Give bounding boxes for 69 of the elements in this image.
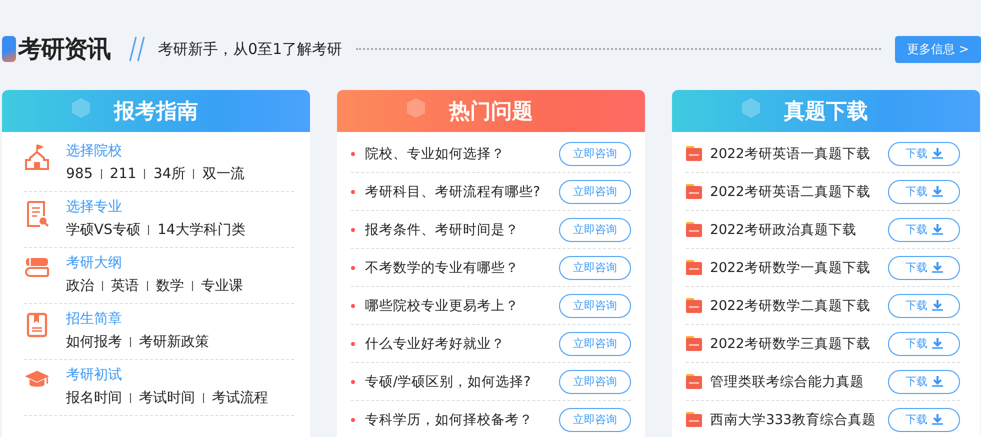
hexagon-icon (407, 98, 425, 118)
pdf-file-icon (686, 336, 702, 351)
topic-link[interactable]: 考试流程 (212, 389, 268, 407)
pdf-file-icon (686, 184, 702, 199)
topic-link[interactable]: 专业课 (201, 277, 243, 295)
bullet-icon (351, 190, 355, 194)
download-icon (932, 262, 942, 274)
exam-paper-link[interactable]: 西南大学333教育综合真题 (710, 410, 888, 428)
bullet-icon (351, 380, 355, 384)
panel-title: 热门问题 (449, 98, 533, 125)
bullet-icon (351, 152, 355, 156)
exam-paper-link[interactable]: 2022考研英语一真题下载 (710, 144, 888, 162)
exam-paper-link[interactable]: 2022考研数学一真题下载 (710, 258, 888, 276)
title-tag-icon (2, 36, 16, 62)
topic-link[interactable]: 考研新政策 (139, 333, 209, 351)
hexagon-icon (742, 98, 760, 118)
topic-link[interactable]: 14大学科门类 (157, 221, 246, 239)
download-icon (932, 224, 942, 236)
topic-link[interactable]: 考试时间 (139, 389, 195, 407)
topic-link[interactable]: 报名时间 (66, 389, 122, 407)
download-icon (932, 300, 942, 312)
pdf-file-icon (686, 412, 702, 427)
hexagon-icon (72, 98, 90, 118)
exam-paper-link[interactable]: 管理类联考综合能力真题 (710, 372, 888, 390)
question-link[interactable]: 专硕/学硕区别，如何选择? (365, 372, 559, 390)
question-link[interactable]: 哪些院校专业更易考上？ (365, 296, 559, 314)
exam-paper-link[interactable]: 2022考研政治真题下载 (710, 220, 888, 238)
download-icon (932, 148, 942, 160)
topic-link[interactable]: 英语 (111, 277, 139, 295)
bullet-icon (351, 266, 355, 270)
bullet-icon (351, 418, 355, 422)
question-link[interactable]: 院校、专业如何选择？ (365, 144, 559, 162)
pdf-file-icon (686, 298, 702, 313)
topic-link[interactable]: 985 (66, 166, 93, 182)
books-icon (24, 256, 50, 280)
school-icon (24, 144, 50, 170)
panel-title: 真题下载 (784, 98, 868, 125)
topic-link[interactable]: 211 (110, 166, 136, 182)
section-subtitle: 考研新手，从0至1了解考研 (158, 40, 342, 58)
exam-paper-link[interactable]: 2022考研数学二真题下载 (710, 296, 888, 314)
download-icon (932, 414, 942, 426)
exam-paper-link[interactable]: 2022考研数学三真题下载 (710, 334, 888, 352)
brochure-icon (26, 312, 48, 338)
topic-link[interactable]: 如何报考 (66, 333, 122, 351)
question-link[interactable]: 不考数学的专业有哪些？ (365, 258, 559, 276)
pdf-file-icon (686, 260, 702, 275)
document-search-icon (25, 200, 49, 228)
question-link[interactable]: 考研科目、考研流程有哪些? (365, 182, 559, 200)
question-link[interactable]: 什么专业好考好就业？ (365, 334, 559, 352)
slashes-icon (128, 35, 146, 63)
topic-link[interactable]: 学硕VS专硕 (66, 221, 140, 239)
bullet-icon (351, 304, 355, 308)
section-title: 考研资讯 (18, 34, 110, 65)
download-icon (932, 338, 942, 350)
topic-link[interactable]: 双一流 (202, 165, 244, 183)
pdf-file-icon (686, 222, 702, 237)
question-link[interactable]: 报考条件、考研时间是？ (365, 220, 559, 238)
bullet-icon (351, 228, 355, 232)
download-icon (932, 186, 942, 198)
topic-link[interactable]: 34所 (153, 165, 186, 183)
question-link[interactable]: 专科学历，如何择校备考？ (365, 410, 559, 428)
bullet-icon (351, 342, 355, 346)
topic-link[interactable]: 数学 (156, 277, 184, 295)
exam-paper-link[interactable]: 2022考研英语二真题下载 (710, 182, 888, 200)
pdf-file-icon (686, 146, 702, 161)
panel-title: 报考指南 (114, 98, 198, 125)
pdf-file-icon (686, 374, 702, 389)
download-icon (932, 376, 942, 388)
topic-link[interactable]: 政治 (66, 277, 94, 295)
